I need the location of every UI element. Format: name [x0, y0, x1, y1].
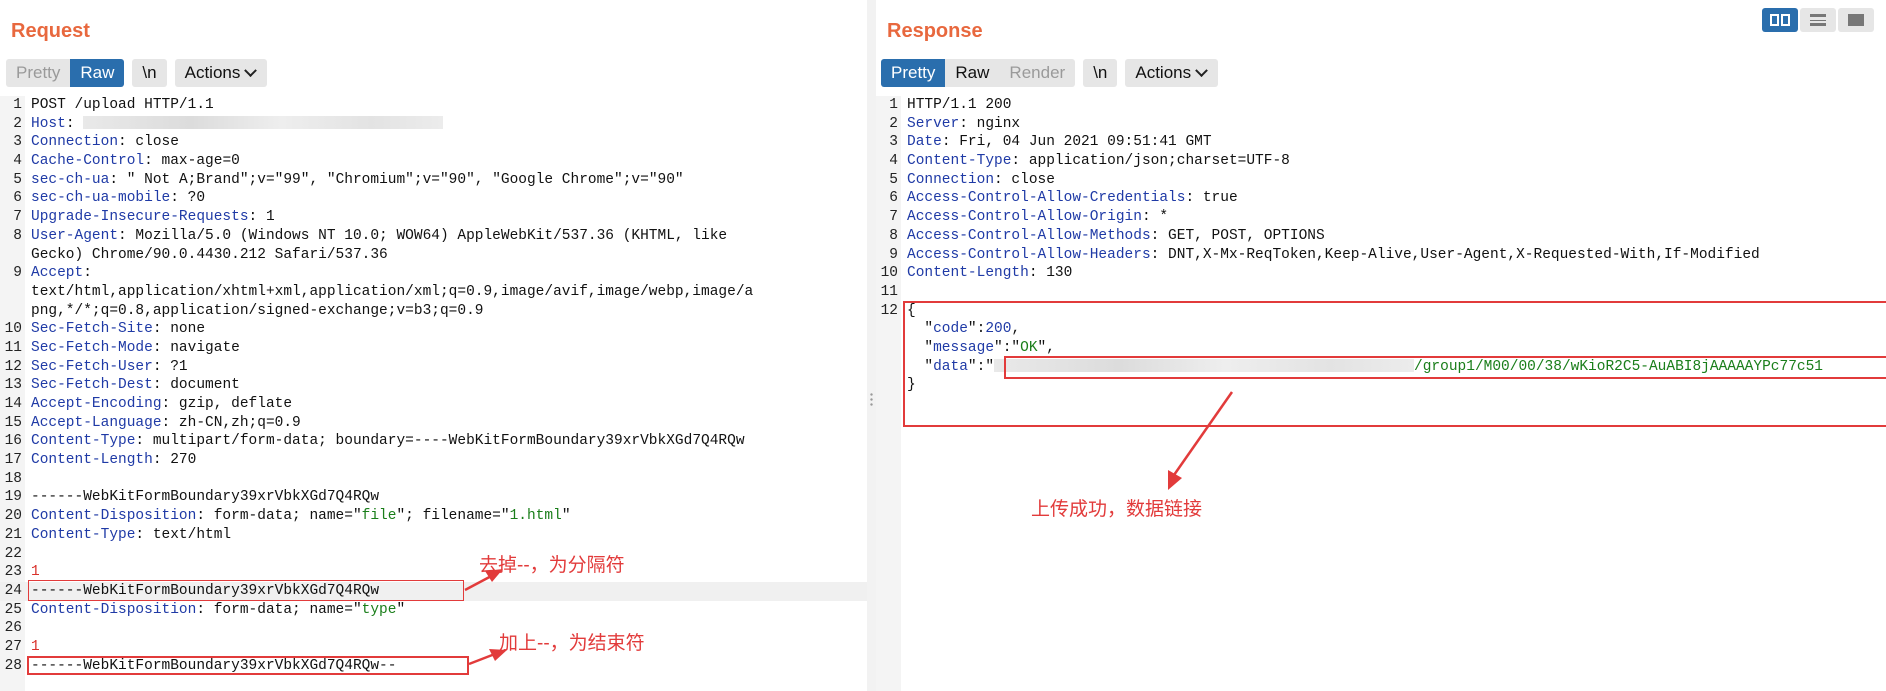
request-annotation-arrows — [464, 569, 507, 666]
arrowhead-icon — [485, 569, 503, 582]
response-annotation-arrows — [1168, 391, 1234, 490]
request-pane: Request Pretty Raw \n Actions 1 POST /upl… — [0, 0, 867, 691]
divider-grip-icon[interactable] — [870, 392, 873, 406]
arrow-line — [1172, 391, 1234, 476]
pane-divider[interactable] — [867, 0, 876, 691]
response-pane: Response Pretty Raw Render \n Actions 1H… — [876, 0, 1886, 691]
